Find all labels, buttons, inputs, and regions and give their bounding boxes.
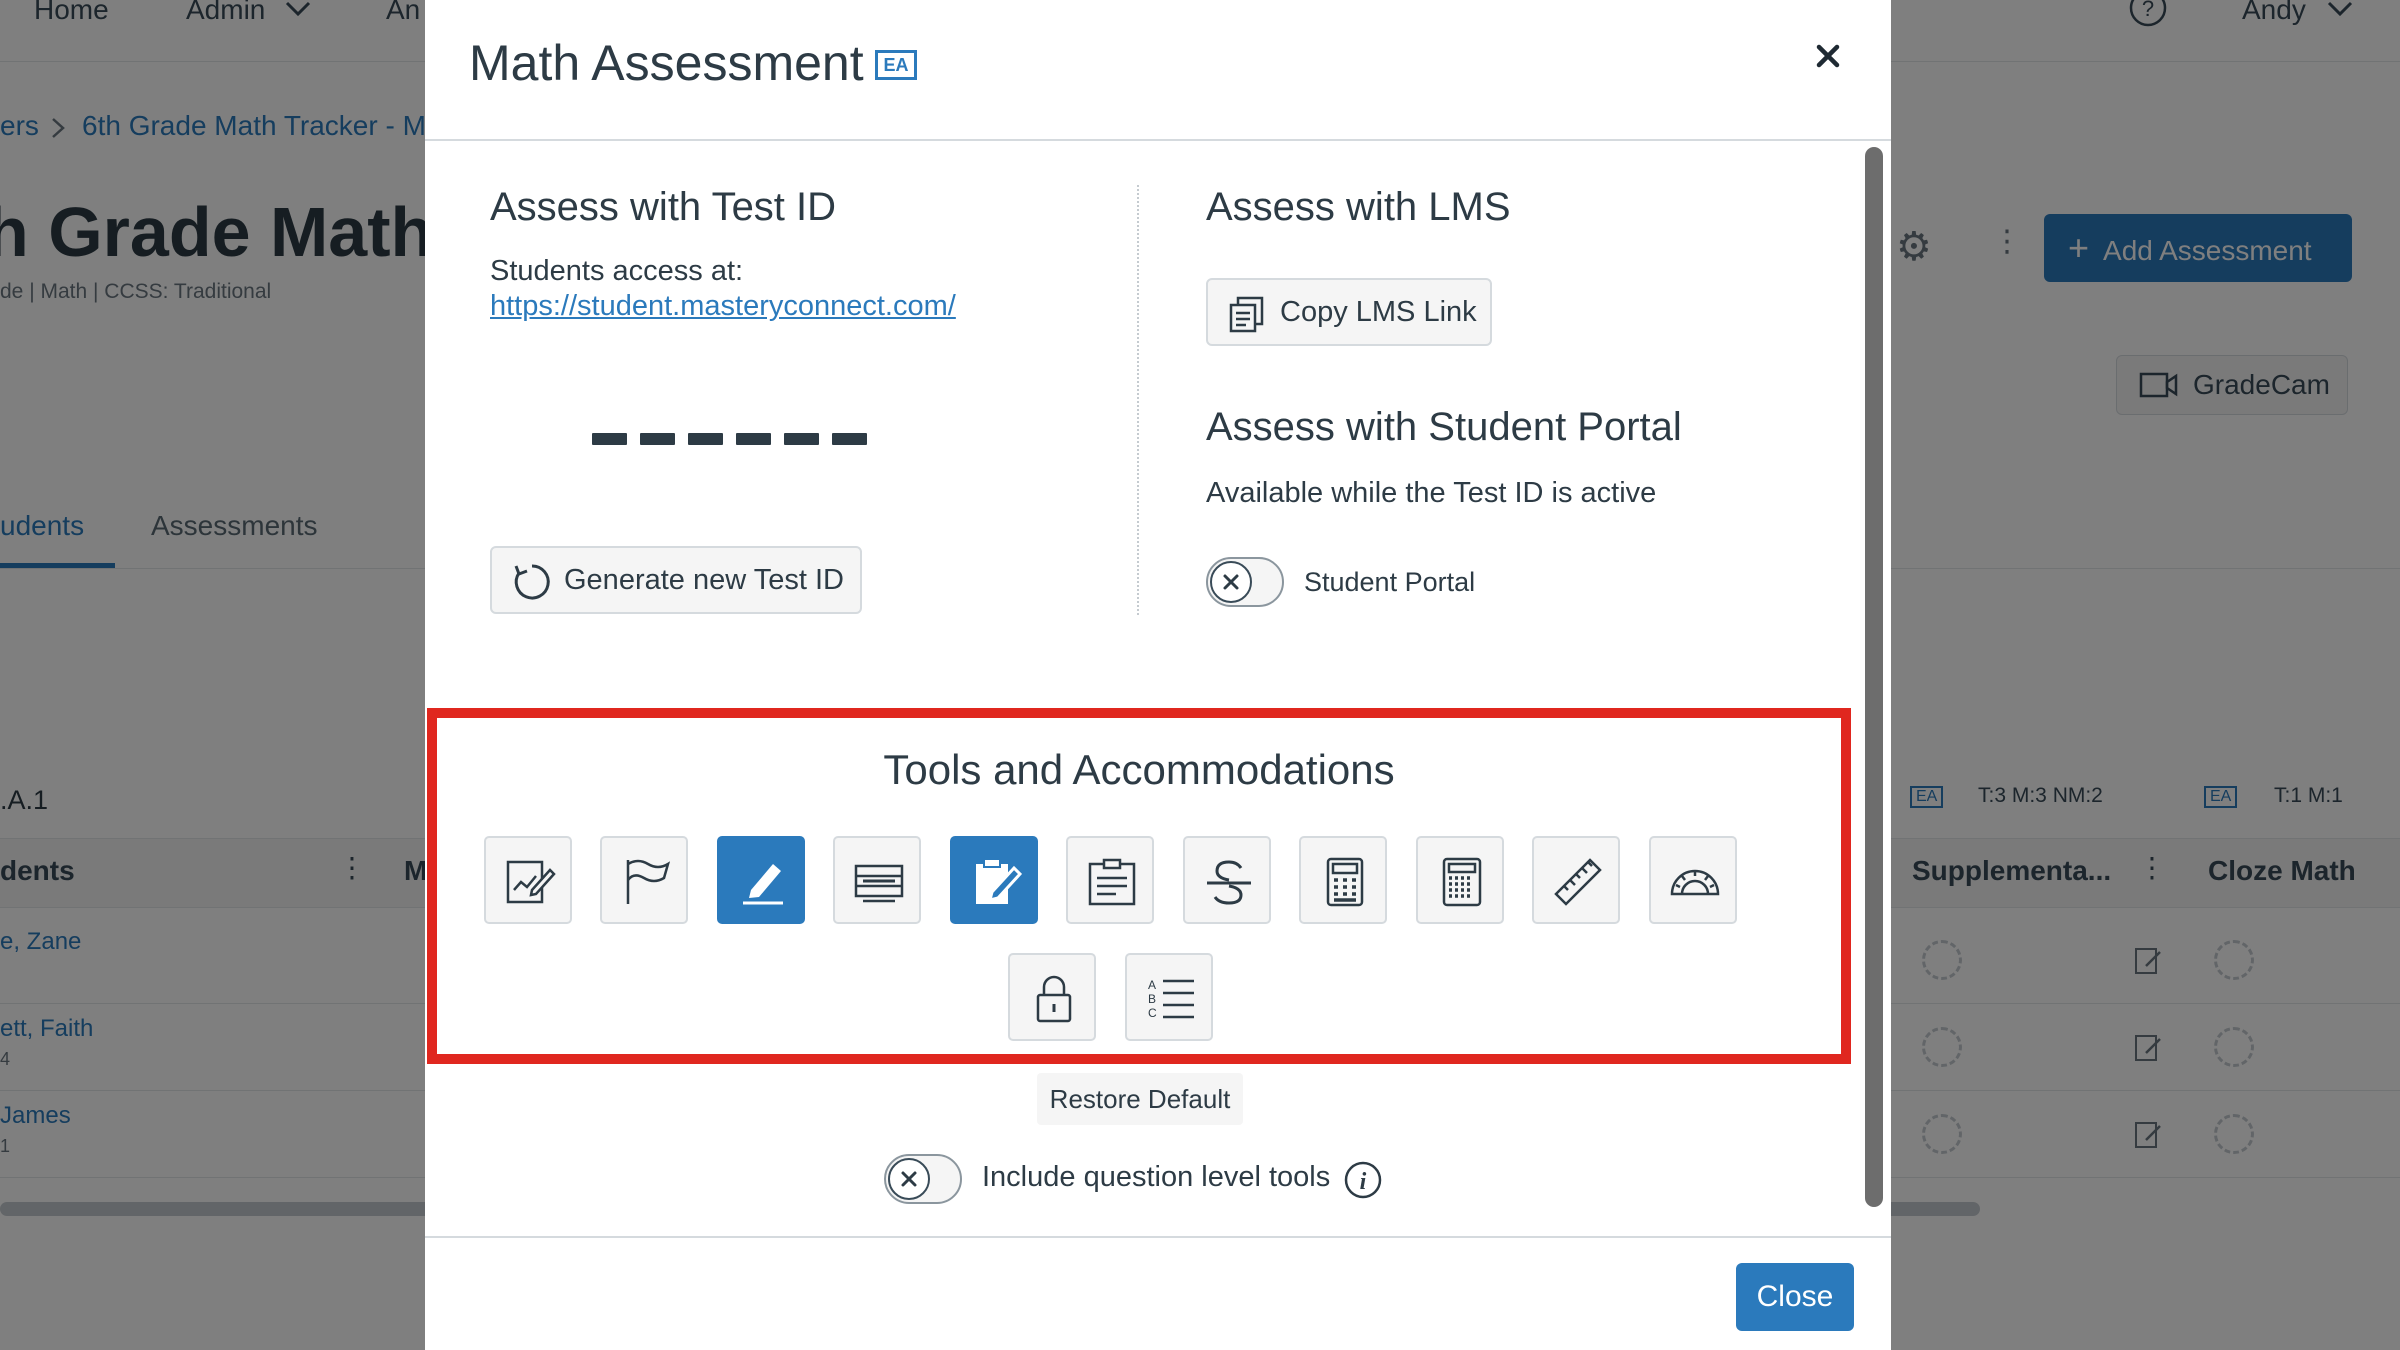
dialog-body: Assess with Test ID Students access at: …	[425, 143, 1891, 1236]
svg-text:A: A	[1148, 978, 1156, 992]
test-id-placeholder	[592, 432, 880, 446]
dialog-footer: Close	[425, 1236, 1891, 1350]
tool-highlighter-button[interactable]	[717, 836, 805, 924]
svg-text:i: i	[1360, 1169, 1367, 1195]
strikethrough-icon	[1207, 860, 1251, 905]
toggle-knob	[1210, 561, 1252, 603]
student-portal-toggle-label: Student Portal	[1304, 567, 1476, 597]
toggle-knob	[888, 1158, 930, 1200]
clipboard-edit-icon	[976, 858, 1022, 904]
tool-ruler-button[interactable]	[1532, 836, 1620, 924]
student-portal-url-link[interactable]: https://student.masteryconnect.com/	[490, 290, 956, 323]
line-reader-icon	[854, 864, 904, 903]
tool-strikethrough-button[interactable]	[1183, 836, 1271, 924]
tool-answer-eliminator-button[interactable]: A B C	[1125, 953, 1213, 1041]
question-level-tools-toggle[interactable]	[884, 1154, 962, 1204]
dialog-title: Math Assessment	[469, 35, 864, 91]
close-button[interactable]: Close	[1736, 1263, 1854, 1331]
restore-default-button[interactable]: Restore Default	[1037, 1073, 1243, 1125]
x-icon	[901, 1171, 917, 1187]
tool-line-reader-button[interactable]	[833, 836, 921, 924]
tool-notepad-button[interactable]	[484, 836, 572, 924]
highlighter-icon	[743, 864, 783, 905]
notes-icon	[1088, 858, 1136, 906]
scientific-calculator-icon	[1442, 857, 1482, 907]
answer-eliminator-icon: A B C	[1148, 978, 1194, 1020]
tool-scientific-calculator-button[interactable]	[1416, 836, 1504, 924]
math-assessment-dialog: Math Assessment EA Assess with Test ID S…	[425, 0, 1891, 1350]
tool-flag-button[interactable]	[600, 836, 688, 924]
tool-protractor-button[interactable]	[1649, 836, 1737, 924]
tool-basic-calculator-button[interactable]	[1299, 836, 1387, 924]
protractor-icon	[1670, 869, 1720, 896]
student-portal-toggle[interactable]	[1206, 557, 1284, 607]
copy-icon	[1229, 296, 1264, 333]
generate-test-id-label: Generate new Test ID	[564, 564, 844, 596]
svg-text:C: C	[1148, 1006, 1157, 1020]
dialog-header: Math Assessment EA	[425, 0, 1891, 141]
refresh-icon	[514, 564, 550, 600]
generate-test-id-button[interactable]: Generate new Test ID	[490, 546, 862, 614]
tool-lock-button[interactable]	[1008, 953, 1096, 1041]
column-divider	[1137, 185, 1139, 615]
lock-icon	[1036, 975, 1072, 1023]
info-icon[interactable]: i	[1343, 1160, 1383, 1200]
x-icon	[1223, 574, 1239, 590]
student-portal-note: Available while the Test ID is active	[1206, 477, 1657, 509]
tools-accommodations-panel: Tools and Accommodations A B C	[427, 708, 1851, 1064]
copy-lms-link-label: Copy LMS Link	[1280, 296, 1477, 328]
close-icon[interactable]	[1810, 38, 1846, 74]
student-portal-heading: Assess with Student Portal	[1206, 405, 1682, 449]
notepad-edit-icon	[506, 860, 556, 904]
students-access-label: Students access at:	[490, 255, 744, 287]
tool-notes-button[interactable]	[1066, 836, 1154, 924]
test-id-heading: Assess with Test ID	[490, 185, 837, 229]
copy-lms-link-button[interactable]: Copy LMS Link	[1206, 278, 1492, 346]
flag-icon	[626, 859, 671, 904]
ruler-icon	[1554, 858, 1602, 906]
scrollbar-thumb[interactable]	[1865, 147, 1883, 1207]
basic-calculator-icon	[1326, 857, 1364, 907]
lms-heading: Assess with LMS	[1206, 185, 1511, 229]
tool-clipboard-button[interactable]	[950, 836, 1038, 924]
question-level-tools-label: Include question level tools	[982, 1161, 1331, 1193]
svg-text:B: B	[1148, 992, 1156, 1006]
ea-badge: EA	[875, 50, 917, 80]
tools-heading: Tools and Accommodations	[883, 746, 1395, 793]
